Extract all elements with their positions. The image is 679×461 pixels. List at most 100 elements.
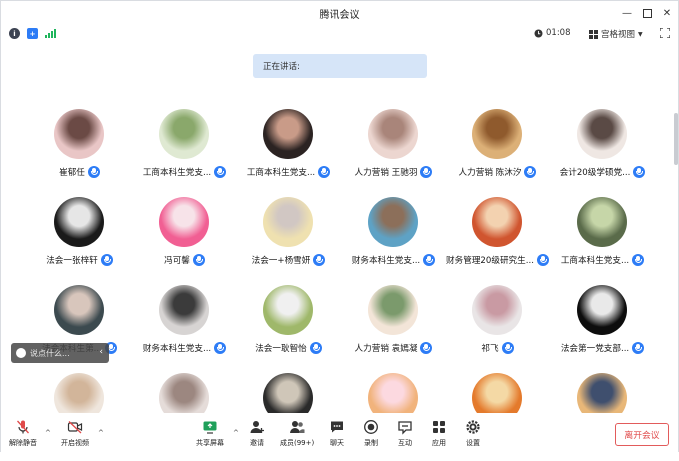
avatar <box>54 197 104 247</box>
interact-icon <box>398 421 412 435</box>
minimize-button[interactable]: — <box>618 4 636 22</box>
participant-name: 法会一张梓轩 <box>46 256 98 266</box>
participant-tile[interactable]: 人力营销 陈沐汐 <box>445 109 550 197</box>
emoji-icon[interactable] <box>16 348 26 358</box>
settings-button[interactable]: 设置 <box>465 419 481 448</box>
participant-name-row: 法会第一党支部... <box>550 342 655 354</box>
collapse-arrow-icon[interactable]: ‹ <box>99 347 103 357</box>
share-options-caret[interactable]: ^ <box>233 429 239 437</box>
scrollbar[interactable] <box>674 113 678 165</box>
chat-placeholder: 说点什么... <box>30 348 70 358</box>
signal-icon[interactable] <box>45 29 56 38</box>
status-row: i + 01:08 宫格视图 ▼ <box>1 25 678 43</box>
participant-tile[interactable]: 人力营销 王驰羽 <box>341 109 446 197</box>
participant-name-row: 冯可馨 <box>132 254 237 266</box>
maximize-icon <box>642 8 652 18</box>
avatar <box>368 285 418 335</box>
avatar <box>577 285 627 335</box>
avatar <box>54 285 104 335</box>
microphone-icon <box>633 166 646 178</box>
microphone-icon <box>632 342 645 354</box>
participant-name-row: 法会一耿智怡 <box>236 342 341 354</box>
chat-label: 聊天 <box>330 439 344 447</box>
avatar <box>263 197 313 247</box>
participant-name: 人力营销 袁嫣凝 <box>354 344 418 354</box>
participant-tile[interactable]: 财务管理20级研究生... <box>445 197 550 285</box>
leave-meeting-button[interactable]: 离开会议 <box>615 423 669 446</box>
participant-name-row: 法会一张梓轩 <box>27 254 132 266</box>
chevron-down-icon: ▼ <box>638 30 643 38</box>
info-icon[interactable]: i <box>9 28 20 39</box>
participant-tile[interactable]: 人力营销 袁嫣凝 <box>341 285 446 373</box>
apps-label: 应用 <box>432 439 446 447</box>
participant-tile[interactable]: 冯可馨 <box>132 197 237 285</box>
participant-name: 人力营销 王驰羽 <box>354 168 418 178</box>
participant-tile[interactable]: 工商本科生党支... <box>236 109 341 197</box>
microphone-icon <box>313 254 326 266</box>
maximize-button[interactable] <box>638 4 656 22</box>
gear-icon <box>466 420 480 434</box>
unmute-button[interactable]: 解除静音 <box>9 419 37 448</box>
apps-button[interactable]: 应用 <box>431 419 447 448</box>
avatar <box>159 197 209 247</box>
record-button[interactable]: 录制 <box>363 419 379 448</box>
avatar <box>368 197 418 247</box>
start-video-button[interactable]: 开启视频 <box>61 419 89 448</box>
microphone-icon <box>536 254 549 266</box>
invite-button[interactable]: 邀请 <box>249 419 265 448</box>
participant-name: 祁飞 <box>481 344 499 354</box>
participant-name-row: 人力营销 袁嫣凝 <box>341 342 446 354</box>
video-options-caret[interactable]: ^ <box>98 429 104 437</box>
fullscreen-icon[interactable] <box>660 28 670 38</box>
participant-name-row: 人力营销 王驰羽 <box>341 166 446 178</box>
participant-tile[interactable]: 财务本科生党支... <box>132 285 237 373</box>
members-button[interactable]: 成员(99+) <box>280 419 314 448</box>
grid-view-icon <box>589 29 598 39</box>
speaking-label: 正在讲话: <box>263 62 300 72</box>
avatar <box>263 109 313 159</box>
participant-tile[interactable]: 会计20级学硕党... <box>550 109 655 197</box>
microphone-icon <box>214 342 227 354</box>
timer-text: 01:08 <box>546 28 571 38</box>
avatar <box>159 285 209 335</box>
interact-label: 互动 <box>398 439 412 447</box>
participant-tile[interactable]: 工商本科生党支... <box>550 197 655 285</box>
bottom-toolbar: 解除静音 ^ 开启视频 ^ 共享屏幕 ^ 邀请 成员(99+) 聊天 录制 互动… <box>1 413 678 453</box>
microphone-icon <box>309 342 322 354</box>
participant-tile[interactable]: 法会一+杨雪妍 <box>236 197 341 285</box>
participant-name-row: 财务管理20级研究生... <box>445 254 550 266</box>
mute-options-caret[interactable]: ^ <box>45 429 51 437</box>
microphone-icon <box>214 166 227 178</box>
microphone-icon <box>632 254 645 266</box>
chat-input-bubble[interactable]: 说点什么... ‹ <box>11 343 109 363</box>
microphone-icon <box>524 166 537 178</box>
participant-name: 会计20级学硕党... <box>559 168 631 178</box>
microphone-muted-icon <box>17 420 29 434</box>
apps-icon <box>433 421 445 433</box>
start-video-label: 开启视频 <box>61 439 89 447</box>
members-icon <box>290 421 305 433</box>
close-button[interactable]: ✕ <box>658 4 676 22</box>
participant-tile[interactable]: 法会一耿智怡 <box>236 285 341 373</box>
participant-name: 崔郁任 <box>59 168 85 178</box>
invite-label: 邀请 <box>250 439 264 447</box>
grid-view-label: 宫格视图 <box>601 30 636 40</box>
interact-button[interactable]: 互动 <box>397 419 413 448</box>
participant-tile[interactable]: 祁飞 <box>445 285 550 373</box>
participant-name: 工商本科生党支... <box>560 256 630 266</box>
participant-tile[interactable]: 崔郁任 <box>27 109 132 197</box>
share-screen-button[interactable]: 共享屏幕 <box>196 419 224 448</box>
meeting-timer: 01:08 <box>534 28 571 38</box>
chat-button[interactable]: 聊天 <box>329 419 345 448</box>
shield-icon[interactable]: + <box>27 28 38 39</box>
participant-tile[interactable]: 法会一张梓轩 <box>27 197 132 285</box>
avatar <box>577 197 627 247</box>
grid-view-button[interactable]: 宫格视图 ▼ <box>589 28 643 40</box>
settings-label: 设置 <box>466 439 480 447</box>
participant-tile[interactable]: 法会第一党支部... <box>550 285 655 373</box>
participant-name-row: 工商本科生党支... <box>236 166 341 178</box>
participant-tile[interactable]: 财务本科生党支... <box>341 197 446 285</box>
window-title: 腾讯会议 <box>319 10 360 21</box>
participant-name: 法会第一党支部... <box>560 344 630 354</box>
participant-tile[interactable]: 工商本科生党支... <box>132 109 237 197</box>
